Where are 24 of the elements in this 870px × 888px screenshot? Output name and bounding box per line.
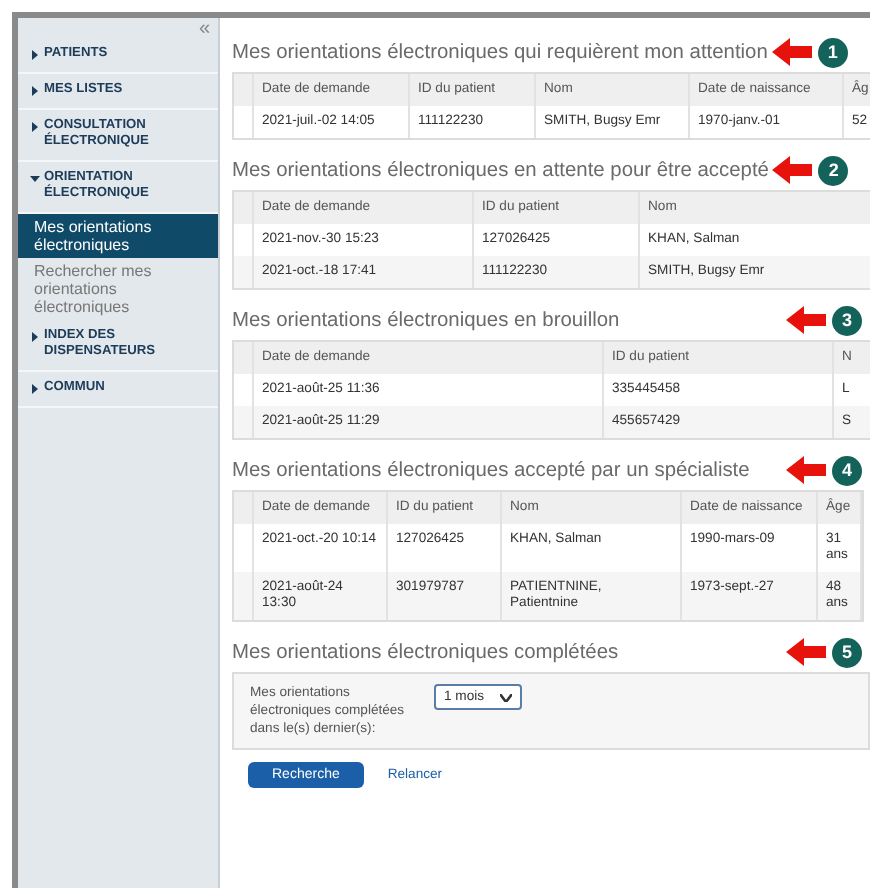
number-badge: 3 [832,305,862,335]
section-title: Mes orientations électroniques accepté par un spécialiste [232,459,750,481]
chevron-icon [500,693,513,701]
number-badge: 4 [832,455,862,485]
caret-icon [30,86,40,96]
section-title: Mes orientations électroniques qui requièrent mon attention [232,41,768,63]
arrow-icon [786,306,826,334]
number-badge: 5 [832,637,862,667]
section-title: Mes orientations électroniques en attente pour être accepté [232,159,769,181]
nav-item[interactable]: Rechercher mes orientations électroniques [18,258,218,320]
number-badge: 2 [818,155,849,185]
caret-icon [30,332,40,342]
caret-icon [30,50,40,60]
arrow-icon [786,456,826,484]
caret-icon [30,384,40,394]
caret-icon [30,174,40,184]
arrow-icon [771,38,812,66]
section-title: Mes orientations électroniques complétées [232,641,619,663]
section-title: Mes orientations électroniques en brouillon [232,309,620,331]
number-badge: 1 [817,37,848,67]
arrow-icon [786,638,826,666]
caret-icon [30,122,40,132]
arrow-icon [772,156,813,184]
nav-item[interactable]: Mes orientations électroniques [18,214,218,258]
